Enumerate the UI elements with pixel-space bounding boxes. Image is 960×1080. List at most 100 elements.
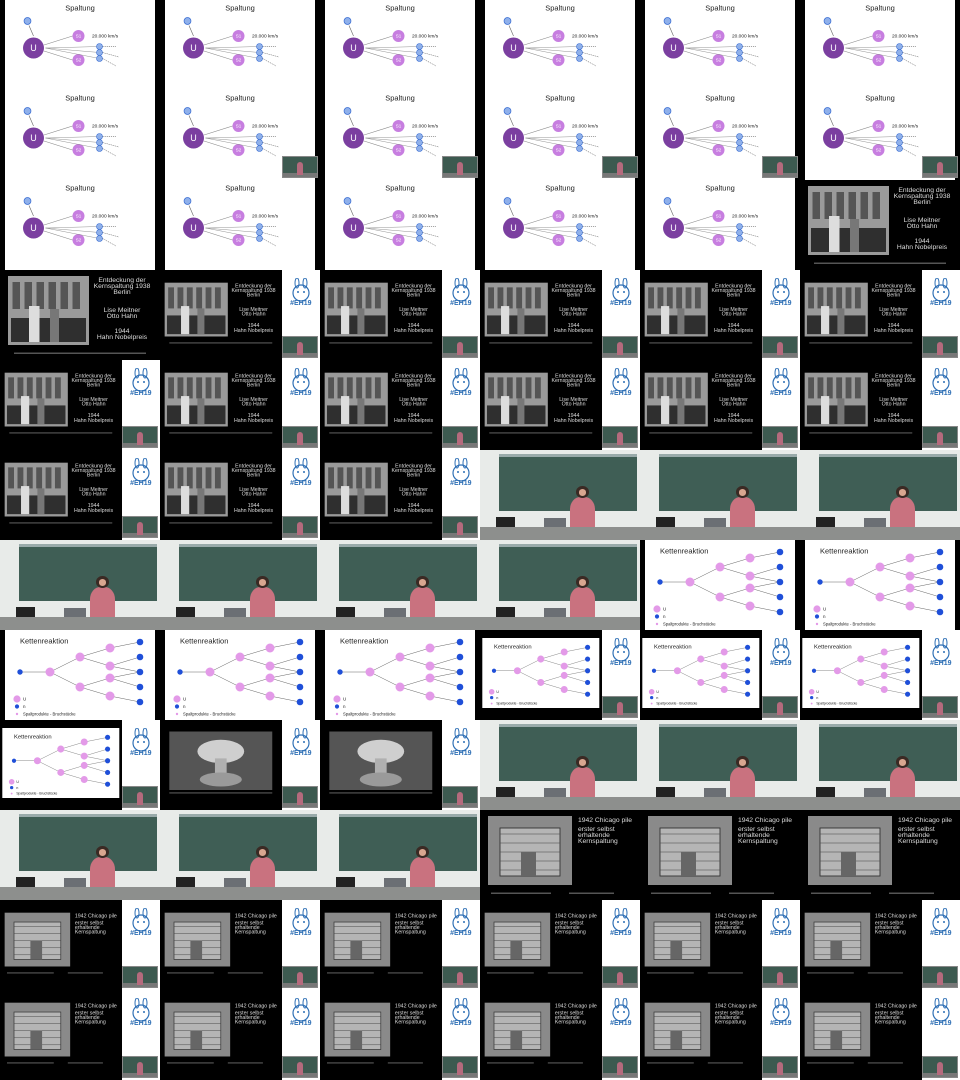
thumbnail-spaltung[interactable]: Spaltung U S1 S2 20.000 km/s: [320, 180, 480, 270]
thumbnail-entdeckung[interactable]: #EH19 Entdeckung der Kernspaltung 1938 Berl…: [640, 360, 800, 450]
chicago-line: 1942 Chicago pile: [75, 1003, 117, 1009]
thumbnail-entdeckung[interactable]: #EH19 Entdeckung der Kernspaltung 1938 Berl…: [480, 270, 640, 360]
thumbnail-camera[interactable]: [160, 540, 320, 630]
chain-node: [745, 691, 751, 697]
thumbnail-ketten[interactable]: #EH19 Kettenreaktion Un Spaltprodukte - Bru…: [640, 630, 800, 720]
thumbnail-camera[interactable]: [320, 540, 480, 630]
thumbnail-chicago[interactable]: #EH19 1942 Chicago pile erster selbst erhal…: [800, 900, 960, 990]
slide-title: Spaltung: [65, 94, 95, 103]
thumbnail-chicago[interactable]: #EH19 1942 Chicago pile erster selbst erhal…: [160, 900, 320, 990]
thumbnail-chicago[interactable]: 1942 Chicago pile erster selbst erhaltende…: [480, 810, 640, 900]
thumbnail-spaltung[interactable]: Spaltung U S1 S2 20.000 km/s: [0, 180, 160, 270]
thumbnail-spaltung[interactable]: Spaltung U S1 S2 20.000 km/s: [160, 0, 320, 90]
thumbnail-camera[interactable]: [480, 720, 640, 810]
thumbnail-spaltung[interactable]: Spaltung U S1 S2 20.000 km/s: [640, 0, 800, 90]
thumbnail-entdeckung[interactable]: #EH19 Entdeckung der Kernspaltung 1938 Berl…: [320, 360, 480, 450]
thumbnail-camera[interactable]: [160, 810, 320, 900]
thumbnail-entdeckung[interactable]: #EH19 Entdeckung der Kernspaltung 1938 Berl…: [320, 450, 480, 540]
chain-node: [685, 577, 695, 587]
chain-node: [456, 698, 464, 706]
names-line: Hahn Nobelpreis: [874, 418, 913, 424]
thumbnail-entdeckung[interactable]: #EH19 Entdeckung der Kernspaltung 1938 Berl…: [160, 360, 320, 450]
emitted-neutron: [896, 49, 903, 56]
thumbnail-camera[interactable]: [800, 720, 960, 810]
chain-node: [585, 679, 591, 686]
thumbnail-chicago[interactable]: #EH19 1942 Chicago pile erster selbst erhal…: [640, 900, 800, 990]
thumbnail-chicago[interactable]: #EH19 1942 Chicago pile erster selbst erhal…: [480, 900, 640, 990]
thumbnail-bomb[interactable]: #EH19: [320, 720, 480, 810]
thumbnail-spaltung[interactable]: Spaltung U S1 S2 20.000 km/s: [320, 90, 480, 180]
thumbnail-entdeckung[interactable]: #EH19 Entdeckung der Kernspaltung 1938 Berl…: [800, 270, 960, 360]
thumbnail-ketten[interactable]: Kettenreaktion Un Spaltprodukte - Bruchstü…: [800, 540, 960, 630]
thumbnail-entdeckung[interactable]: #EH19 Entdeckung der Kernspaltung 1938 Berl…: [160, 450, 320, 540]
thumbnail-spaltung[interactable]: Spaltung U S1 S2 20.000 km/s: [640, 180, 800, 270]
speaker-pip-thumbnail: [122, 786, 158, 808]
thumbnail-spaltung[interactable]: Spaltung U S1 S2 20.000 km/s: [0, 0, 160, 90]
thumbnail-spaltung[interactable]: Spaltung U S1 S2 20.000 km/s: [800, 0, 960, 90]
thumbnail-ketten[interactable]: Kettenreaktion Un Spaltprodukte - Bruchstü…: [160, 630, 320, 720]
thumbnail-chicago[interactable]: 1942 Chicago pile erster selbst erhaltende…: [640, 810, 800, 900]
neutron-node: [663, 107, 672, 115]
thumbnail-ketten[interactable]: #EH19 Kettenreaktion Un Spaltprodukte - Bru…: [0, 720, 160, 810]
thumbnail-chicago[interactable]: #EH19 1942 Chicago pile erster selbst erhal…: [320, 900, 480, 990]
slide-title: Spaltung: [225, 184, 255, 193]
thumbnail-camera[interactable]: [640, 450, 800, 540]
hashtag-label: #EH19: [290, 480, 312, 487]
thumbnail-spaltung[interactable]: Spaltung U S1 S2 20.000 km/s: [800, 90, 960, 180]
thumbnail-camera[interactable]: [480, 540, 640, 630]
legend-products: Spaltprodukte - Bruchstücke: [656, 702, 697, 706]
thumbnail-spaltung[interactable]: Spaltung U S1 S2 20.000 km/s: [480, 0, 640, 90]
thumbnail-spaltung[interactable]: Spaltung U S1 S2 20.000 km/s: [160, 90, 320, 180]
thumbnail-spaltung[interactable]: Spaltung U S1 S2 20.000 km/s: [640, 90, 800, 180]
fragment-s2-label: S2: [876, 58, 882, 63]
speaker-pip-thumbnail: [442, 426, 478, 448]
thumbnail-entdeckung[interactable]: #EH19 Entdeckung der Kernspaltung 1938 Berl…: [0, 360, 160, 450]
thumbnail-entdeckung[interactable]: Entdeckung der Kernspaltung 1938 Berlin Lis…: [800, 180, 960, 270]
thumbnail-camera[interactable]: [0, 810, 160, 900]
thumbnail-chicago[interactable]: #EH19 1942 Chicago pile erster selbst erhal…: [640, 990, 800, 1080]
thumbnail-camera[interactable]: [480, 450, 640, 540]
laptop: [864, 788, 887, 798]
thumbnail-entdeckung[interactable]: #EH19 Entdeckung der Kernspaltung 1938 Berl…: [640, 270, 800, 360]
thumbnail-spaltung[interactable]: Spaltung U S1 S2 20.000 km/s: [0, 90, 160, 180]
thumbnail-chicago[interactable]: #EH19 1942 Chicago pile erster selbst erhal…: [160, 990, 320, 1080]
thumbnail-entdeckung[interactable]: #EH19 Entdeckung der Kernspaltung 1938 Berl…: [0, 450, 160, 540]
chain-node: [456, 653, 464, 661]
slide-title: Kettenreaktion: [180, 637, 228, 646]
thumbnail-entdeckung[interactable]: #EH19 Entdeckung der Kernspaltung 1938 Berl…: [480, 360, 640, 450]
uranium-label: U: [670, 133, 677, 143]
chain-node: [425, 661, 435, 671]
thumbnail-entdeckung[interactable]: #EH19 Entdeckung der Kernspaltung 1938 Berl…: [320, 270, 480, 360]
thumbnail-chicago[interactable]: #EH19 1942 Chicago pile erster selbst erhal…: [0, 990, 160, 1080]
thumbnail-spaltung[interactable]: Spaltung U S1 S2 20.000 km/s: [320, 0, 480, 90]
chain-node: [136, 638, 144, 646]
thumbnail-chicago[interactable]: #EH19 1942 Chicago pile erster selbst erhal…: [800, 990, 960, 1080]
uranium-label: U: [190, 43, 197, 53]
speaker: [729, 486, 756, 528]
thumbnail-spaltung[interactable]: Spaltung U S1 S2 20.000 km/s: [480, 90, 640, 180]
emitted-neutron: [736, 229, 743, 236]
thumbnail-ketten[interactable]: #EH19 Kettenreaktion Un Spaltprodukte - Bru…: [800, 630, 960, 720]
thumbnail-ketten[interactable]: Kettenreaktion Un Spaltprodukte - Bruchstü…: [320, 630, 480, 720]
thumbnail-ketten[interactable]: Kettenreaktion Un Spaltprodukte - Bruchstü…: [640, 540, 800, 630]
thumbnail-camera[interactable]: [640, 720, 800, 810]
thumbnail-chicago[interactable]: 1942 Chicago pile erster selbst erhaltende…: [800, 810, 960, 900]
thumbnail-camera[interactable]: [320, 810, 480, 900]
thumbnail-camera[interactable]: [800, 450, 960, 540]
thumbnail-entdeckung[interactable]: #EH19 Entdeckung der Kernspaltung 1938 Berl…: [160, 270, 320, 360]
uranium-label: U: [30, 223, 36, 233]
thumbnail-spaltung[interactable]: Spaltung U S1 S2 20.000 km/s: [160, 180, 320, 270]
speed-label: 20.000 km/s: [732, 214, 759, 220]
thumbnail-entdeckung[interactable]: #EH19 Entdeckung der Kernspaltung 1938 Berl…: [800, 360, 960, 450]
desk: [0, 617, 160, 630]
thumbnail-chicago[interactable]: #EH19 1942 Chicago pile erster selbst erhal…: [480, 990, 640, 1080]
thumbnail-chicago[interactable]: #EH19 1942 Chicago pile erster selbst erhal…: [320, 990, 480, 1080]
thumbnail-ketten[interactable]: #EH19 Kettenreaktion Un Spaltprodukte - Bru…: [480, 630, 640, 720]
thumbnail-chicago[interactable]: #EH19 1942 Chicago pile erster selbst erhal…: [0, 900, 160, 990]
thumbnail-entdeckung[interactable]: Entdeckung der Kernspaltung 1938 Berlin Lis…: [0, 270, 160, 360]
thumbnail-camera[interactable]: [0, 540, 160, 630]
thumbnail-bomb[interactable]: #EH19: [160, 720, 320, 810]
uranium-label: U: [350, 133, 357, 143]
thumbnail-ketten[interactable]: Kettenreaktion Un Spaltprodukte - Bruchstü…: [0, 630, 160, 720]
thumbnail-spaltung[interactable]: Spaltung U S1 S2 20.000 km/s: [480, 180, 640, 270]
